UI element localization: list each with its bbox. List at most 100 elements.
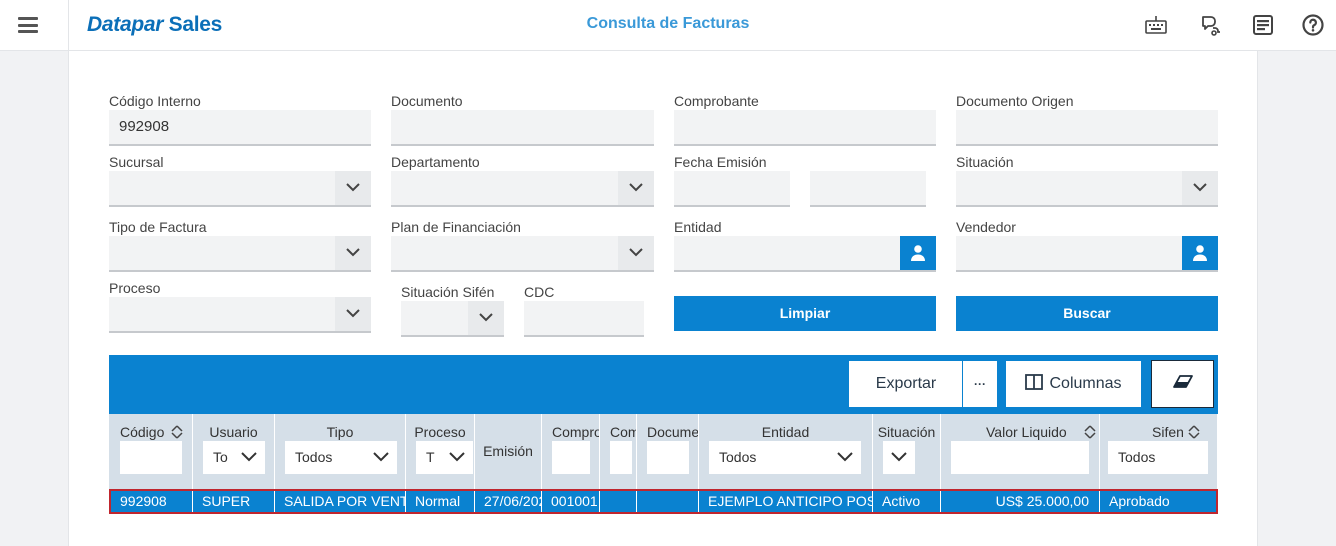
- situacion-sifen-select[interactable]: [401, 301, 504, 337]
- column-header[interactable]: Usuario To: [193, 414, 275, 489]
- sucursal-select[interactable]: [109, 171, 371, 207]
- table-cell: US$ 25.000,00: [941, 491, 1100, 512]
- column-filter-input[interactable]: [552, 441, 590, 474]
- plan-financiacion-select[interactable]: [391, 236, 654, 272]
- column-title: Tipo: [326, 424, 354, 440]
- chevron-down-icon[interactable]: [618, 236, 654, 270]
- buscar-button[interactable]: Buscar: [956, 296, 1218, 331]
- tipo-factura-label: Tipo de Factura: [109, 219, 207, 235]
- documento-origen-label: Documento Origen: [956, 93, 1074, 109]
- grid-toolbar: Exportar ··· Columnas: [109, 355, 1218, 414]
- table-cell: [600, 491, 637, 512]
- column-title: Compro: [552, 424, 600, 440]
- column-filter-input[interactable]: [610, 441, 632, 474]
- notes-icon[interactable]: [1251, 13, 1275, 37]
- column-header[interactable]: Valor Liquido: [941, 414, 1100, 489]
- table-cell: 001001: [542, 491, 600, 512]
- column-header[interactable]: Proceso T: [406, 414, 475, 489]
- codigo-interno-input[interactable]: 992908: [109, 110, 371, 146]
- chevron-down-icon[interactable]: [233, 441, 265, 474]
- clear-filters-button[interactable]: [1151, 360, 1214, 408]
- table-cell: [637, 491, 699, 512]
- column-title: Valor Liquido: [986, 424, 1067, 440]
- entidad-search-button[interactable]: [900, 236, 936, 270]
- table-cell: Aprobado: [1109, 493, 1170, 509]
- situacion-label: Situación: [956, 154, 1014, 170]
- columns-icon: [1025, 374, 1044, 390]
- cdc-input[interactable]: [524, 301, 644, 337]
- column-header[interactable]: Sifen Todos: [1100, 414, 1218, 489]
- chevron-down-icon[interactable]: [365, 441, 397, 474]
- vendedor-search-button[interactable]: [1182, 236, 1218, 270]
- column-header[interactable]: Tipo Todos: [275, 414, 406, 489]
- column-header[interactable]: Compro: [542, 414, 600, 489]
- table-cell: Activo: [873, 491, 941, 512]
- column-header[interactable]: Docume: [637, 414, 699, 489]
- fecha-emision-to-input[interactable]: [810, 171, 926, 207]
- vendedor-label: Vendedor: [956, 219, 1016, 235]
- columnas-label: Columnas: [1049, 375, 1122, 392]
- entidad-input[interactable]: [674, 236, 936, 272]
- documento-input[interactable]: [391, 110, 654, 146]
- table-cell: 27/06/2025: [475, 491, 542, 512]
- plan-financiacion-label: Plan de Financiación: [391, 219, 521, 235]
- tipo-factura-select[interactable]: [109, 236, 371, 272]
- proceso-select[interactable]: [109, 297, 371, 333]
- chevron-down-icon[interactable]: [883, 441, 915, 474]
- chevron-down-icon[interactable]: [335, 171, 371, 205]
- column-filter-input[interactable]: [120, 441, 182, 474]
- table-cell: SALIDA POR VENTA: [275, 491, 406, 512]
- fecha-emision-label: Fecha Emisión: [674, 154, 767, 170]
- vendedor-input[interactable]: [956, 236, 1218, 272]
- column-filter-input[interactable]: [951, 441, 1089, 474]
- column-header[interactable]: Com: [600, 414, 637, 489]
- chevron-down-icon[interactable]: [335, 236, 371, 270]
- grid-header: Código Usuario To Tipo Todos Proceso T Emisión C…: [109, 414, 1218, 489]
- right-margin: [1258, 51, 1336, 546]
- proceso-label: Proceso: [109, 280, 161, 296]
- column-filter-input[interactable]: Todos: [1108, 441, 1208, 474]
- chevron-down-icon[interactable]: [1182, 171, 1218, 205]
- column-header[interactable]: Código: [109, 414, 193, 489]
- more-options-button[interactable]: ···: [962, 360, 998, 408]
- situacion-sifen-label: Situación Sifén: [401, 284, 495, 300]
- column-title: Usuario: [209, 424, 258, 440]
- documento-label: Documento: [391, 93, 463, 109]
- chevron-down-icon[interactable]: [468, 301, 504, 335]
- limpiar-button[interactable]: Limpiar: [674, 296, 936, 331]
- departamento-select[interactable]: [391, 171, 654, 207]
- sucursal-label: Sucursal: [109, 154, 164, 170]
- column-header[interactable]: Situación: [873, 414, 941, 489]
- comprobante-input[interactable]: [674, 110, 936, 146]
- page-title: Consulta de Facturas: [586, 15, 750, 32]
- support-icon[interactable]: [1199, 13, 1223, 37]
- column-title: Entidad: [761, 424, 810, 440]
- column-title: Proceso: [414, 424, 466, 440]
- columnas-button[interactable]: Columnas: [1005, 360, 1142, 408]
- chevron-down-icon[interactable]: [829, 441, 861, 474]
- exportar-button[interactable]: Exportar: [848, 360, 963, 408]
- keyboard-icon[interactable]: [1144, 13, 1168, 37]
- column-title: Sifen: [1152, 424, 1184, 440]
- cdc-label: CDC: [524, 284, 555, 300]
- situacion-select[interactable]: [956, 171, 1218, 207]
- chevron-down-icon[interactable]: [618, 171, 654, 205]
- chevron-down-icon[interactable]: [441, 441, 473, 474]
- eraser-icon: [1172, 375, 1193, 388]
- column-title: Com: [610, 424, 637, 440]
- user-icon: [911, 245, 925, 261]
- column-header[interactable]: Entidad Todos: [699, 414, 873, 489]
- table-cell: Normal: [406, 491, 475, 512]
- column-header[interactable]: Emisión: [475, 414, 542, 489]
- table-row[interactable]: 992908 SUPER SALIDA POR VENTA Normal 27/06/2…: [109, 489, 1218, 514]
- table-cell: EJEMPLO ANTICIPO POS: [699, 491, 873, 512]
- documento-origen-input[interactable]: [956, 110, 1218, 146]
- column-filter-input[interactable]: [647, 441, 689, 474]
- entidad-label: Entidad: [674, 219, 722, 235]
- column-title: Situación: [877, 424, 936, 440]
- chevron-down-icon[interactable]: [335, 297, 371, 331]
- fecha-emision-from-input[interactable]: [674, 171, 790, 207]
- departamento-label: Departamento: [391, 154, 480, 170]
- top-bar: Datapar Sales Consulta de Facturas: [0, 0, 1336, 51]
- help-icon[interactable]: [1301, 13, 1325, 37]
